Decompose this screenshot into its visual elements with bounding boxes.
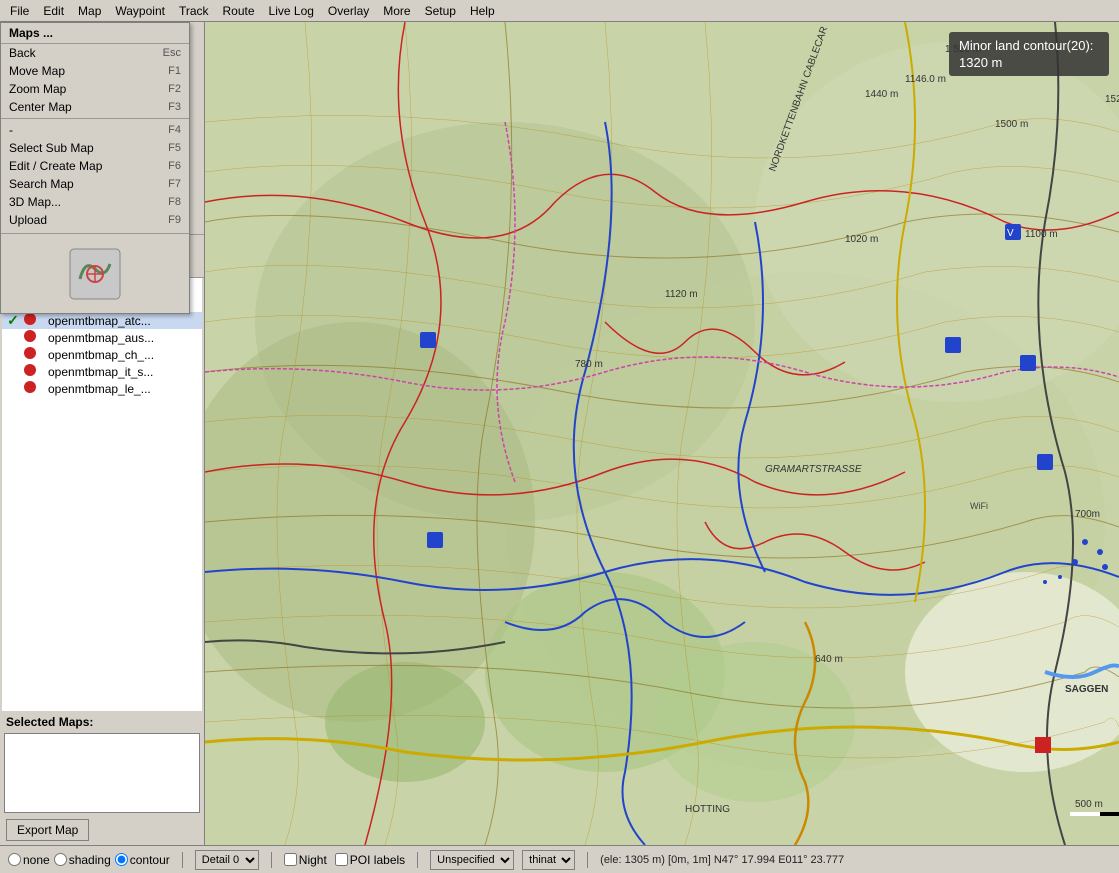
map-type-icon-3	[24, 330, 44, 345]
menubar: File Edit Map Waypoint Track Route Live …	[0, 0, 1119, 22]
menu-edit-create-map[interactable]: Edit / Create Map F6	[1, 157, 189, 175]
map-name-4: openmtbmap_ch_...	[48, 348, 198, 362]
svg-text:1100 m: 1100 m	[1025, 229, 1058, 240]
menu-select-sub-map[interactable]: Select Sub Map F5	[1, 139, 189, 157]
radio-shading-label: shading	[69, 853, 111, 867]
svg-text:1500 m: 1500 m	[995, 119, 1028, 130]
menu-edit[interactable]: Edit	[37, 2, 70, 20]
map-list: Topo Austria Topo Austria v1 ✓ openmtbma…	[2, 278, 202, 711]
menu-help[interactable]: Help	[464, 2, 501, 20]
menu-zoom-map[interactable]: Zoom Map F2	[1, 80, 189, 98]
map-type-icon-5	[24, 364, 44, 379]
menu-separator-label[interactable]: - F4	[1, 121, 189, 139]
menu-more[interactable]: More	[377, 2, 416, 20]
menu-livelog[interactable]: Live Log	[263, 2, 320, 20]
map-name-5: openmtbmap_it_s...	[48, 365, 198, 379]
menu-upload[interactable]: Upload F9	[1, 211, 189, 229]
checkbox-poi[interactable]: POI labels	[335, 853, 405, 867]
unspecified-select[interactable]: Unspecified	[430, 850, 514, 870]
svg-text:500 m: 500 m	[1075, 799, 1103, 810]
svg-text:WiFi: WiFi	[970, 501, 988, 511]
menu-3d-map[interactable]: 3D Map... F8	[1, 193, 189, 211]
svg-text:1020 m: 1020 m	[845, 234, 878, 245]
checkbox-poi-label: POI labels	[350, 853, 405, 867]
checkbox-night[interactable]: Night	[284, 853, 327, 867]
map-tooltip: Minor land contour(20): 1320 m	[949, 32, 1109, 76]
menu-overlay[interactable]: Overlay	[322, 2, 375, 20]
menu-back[interactable]: Back Esc	[1, 44, 189, 62]
map-list-item-2[interactable]: ✓ openmtbmap_atc...	[2, 312, 202, 329]
radio-none-label: none	[23, 853, 50, 867]
left-panel: Maps ... Back Esc Move Map F1 Zoom Map F…	[0, 22, 205, 845]
map-check-5	[6, 365, 20, 379]
svg-text:700m: 700m	[1075, 509, 1100, 520]
svg-text:1440 m: 1440 m	[865, 89, 898, 100]
map-name-6: openmtbmap_le_...	[48, 382, 198, 396]
checkbox-night-label: Night	[299, 853, 327, 867]
maps-icon	[65, 244, 125, 304]
svg-text:640 m: 640 m	[815, 654, 843, 665]
radio-shading[interactable]: shading	[54, 853, 111, 867]
svg-text:SAGGEN: SAGGEN	[1065, 684, 1108, 695]
topo-svg: GRAMARTSTRASSE HOTTING SCHNEEBÜRGCASSE …	[205, 22, 1119, 845]
menu-file[interactable]: File	[4, 2, 35, 20]
svg-text:HOTTING: HOTTING	[685, 804, 730, 815]
svg-text:GRAMARTSTRASSE: GRAMARTSTRASSE	[765, 464, 862, 475]
map-check-2: ✓	[6, 314, 20, 328]
menu-center-map[interactable]: Center Map F3	[1, 98, 189, 116]
radio-contour-label: contour	[130, 853, 170, 867]
separator-1	[182, 852, 183, 868]
svg-text:780 m: 780 m	[575, 359, 603, 370]
svg-text:1146.0 m: 1146.0 m	[905, 74, 946, 85]
menu-route[interactable]: Route	[217, 2, 261, 20]
map-type-icon-4	[24, 347, 44, 362]
main-layout: Maps ... Back Esc Move Map F1 Zoom Map F…	[0, 22, 1119, 845]
separator-4	[587, 852, 588, 868]
menu-map[interactable]: Map	[72, 2, 107, 20]
map-check-6	[6, 382, 20, 396]
map-list-item-3[interactable]: openmtbmap_aus...	[2, 329, 202, 346]
map-check-3	[6, 331, 20, 345]
menu-move-map[interactable]: Move Map F1	[1, 62, 189, 80]
maps-dropdown: Maps ... Back Esc Move Map F1 Zoom Map F…	[0, 22, 190, 314]
map-list-item-4[interactable]: openmtbmap_ch_...	[2, 346, 202, 363]
separator-3	[417, 852, 418, 868]
user-select[interactable]: thinat	[522, 850, 575, 870]
map-name-2: openmtbmap_atc...	[48, 314, 198, 328]
selected-maps-box	[4, 733, 200, 813]
menu-track[interactable]: Track	[173, 2, 215, 20]
tooltip-line1: Minor land contour(20):	[959, 38, 1099, 53]
svg-text:V: V	[1007, 228, 1014, 239]
radio-group-terrain: none shading contour	[8, 853, 170, 867]
map-name-3: openmtbmap_aus...	[48, 331, 198, 345]
radio-contour[interactable]: contour	[115, 853, 170, 867]
status-coords: (ele: 1305 m) [0m, 1m] N47° 17.994 E011°…	[600, 854, 844, 866]
map-area[interactable]: GRAMARTSTRASSE HOTTING SCHNEEBÜRGCASSE …	[205, 22, 1119, 845]
separator-2	[271, 852, 272, 868]
map-list-item-6[interactable]: openmtbmap_le_...	[2, 380, 202, 397]
menu-waypoint[interactable]: Waypoint	[109, 2, 171, 20]
menu-search-map[interactable]: Search Map F7	[1, 175, 189, 193]
menu-separator-1	[1, 118, 189, 119]
statusbar: none shading contour Detail 0 Night POI …	[0, 845, 1119, 873]
svg-text:1520 m: 1520 m	[1105, 94, 1119, 105]
menu-setup[interactable]: Setup	[419, 2, 462, 20]
maps-menu-title: Maps ...	[1, 23, 189, 44]
export-map-button[interactable]: Export Map	[6, 819, 89, 841]
map-list-item-5[interactable]: openmtbmap_it_s...	[2, 363, 202, 380]
tooltip-line2: 1320 m	[959, 55, 1099, 70]
map-type-icon-6	[24, 381, 44, 396]
svg-text:1120 m: 1120 m	[665, 289, 698, 300]
map-type-icon-2	[24, 313, 44, 328]
map-check-4	[6, 348, 20, 362]
selected-maps-label: Selected Maps:	[0, 711, 204, 731]
radio-none[interactable]: none	[8, 853, 50, 867]
detail-select[interactable]: Detail 0	[195, 850, 259, 870]
